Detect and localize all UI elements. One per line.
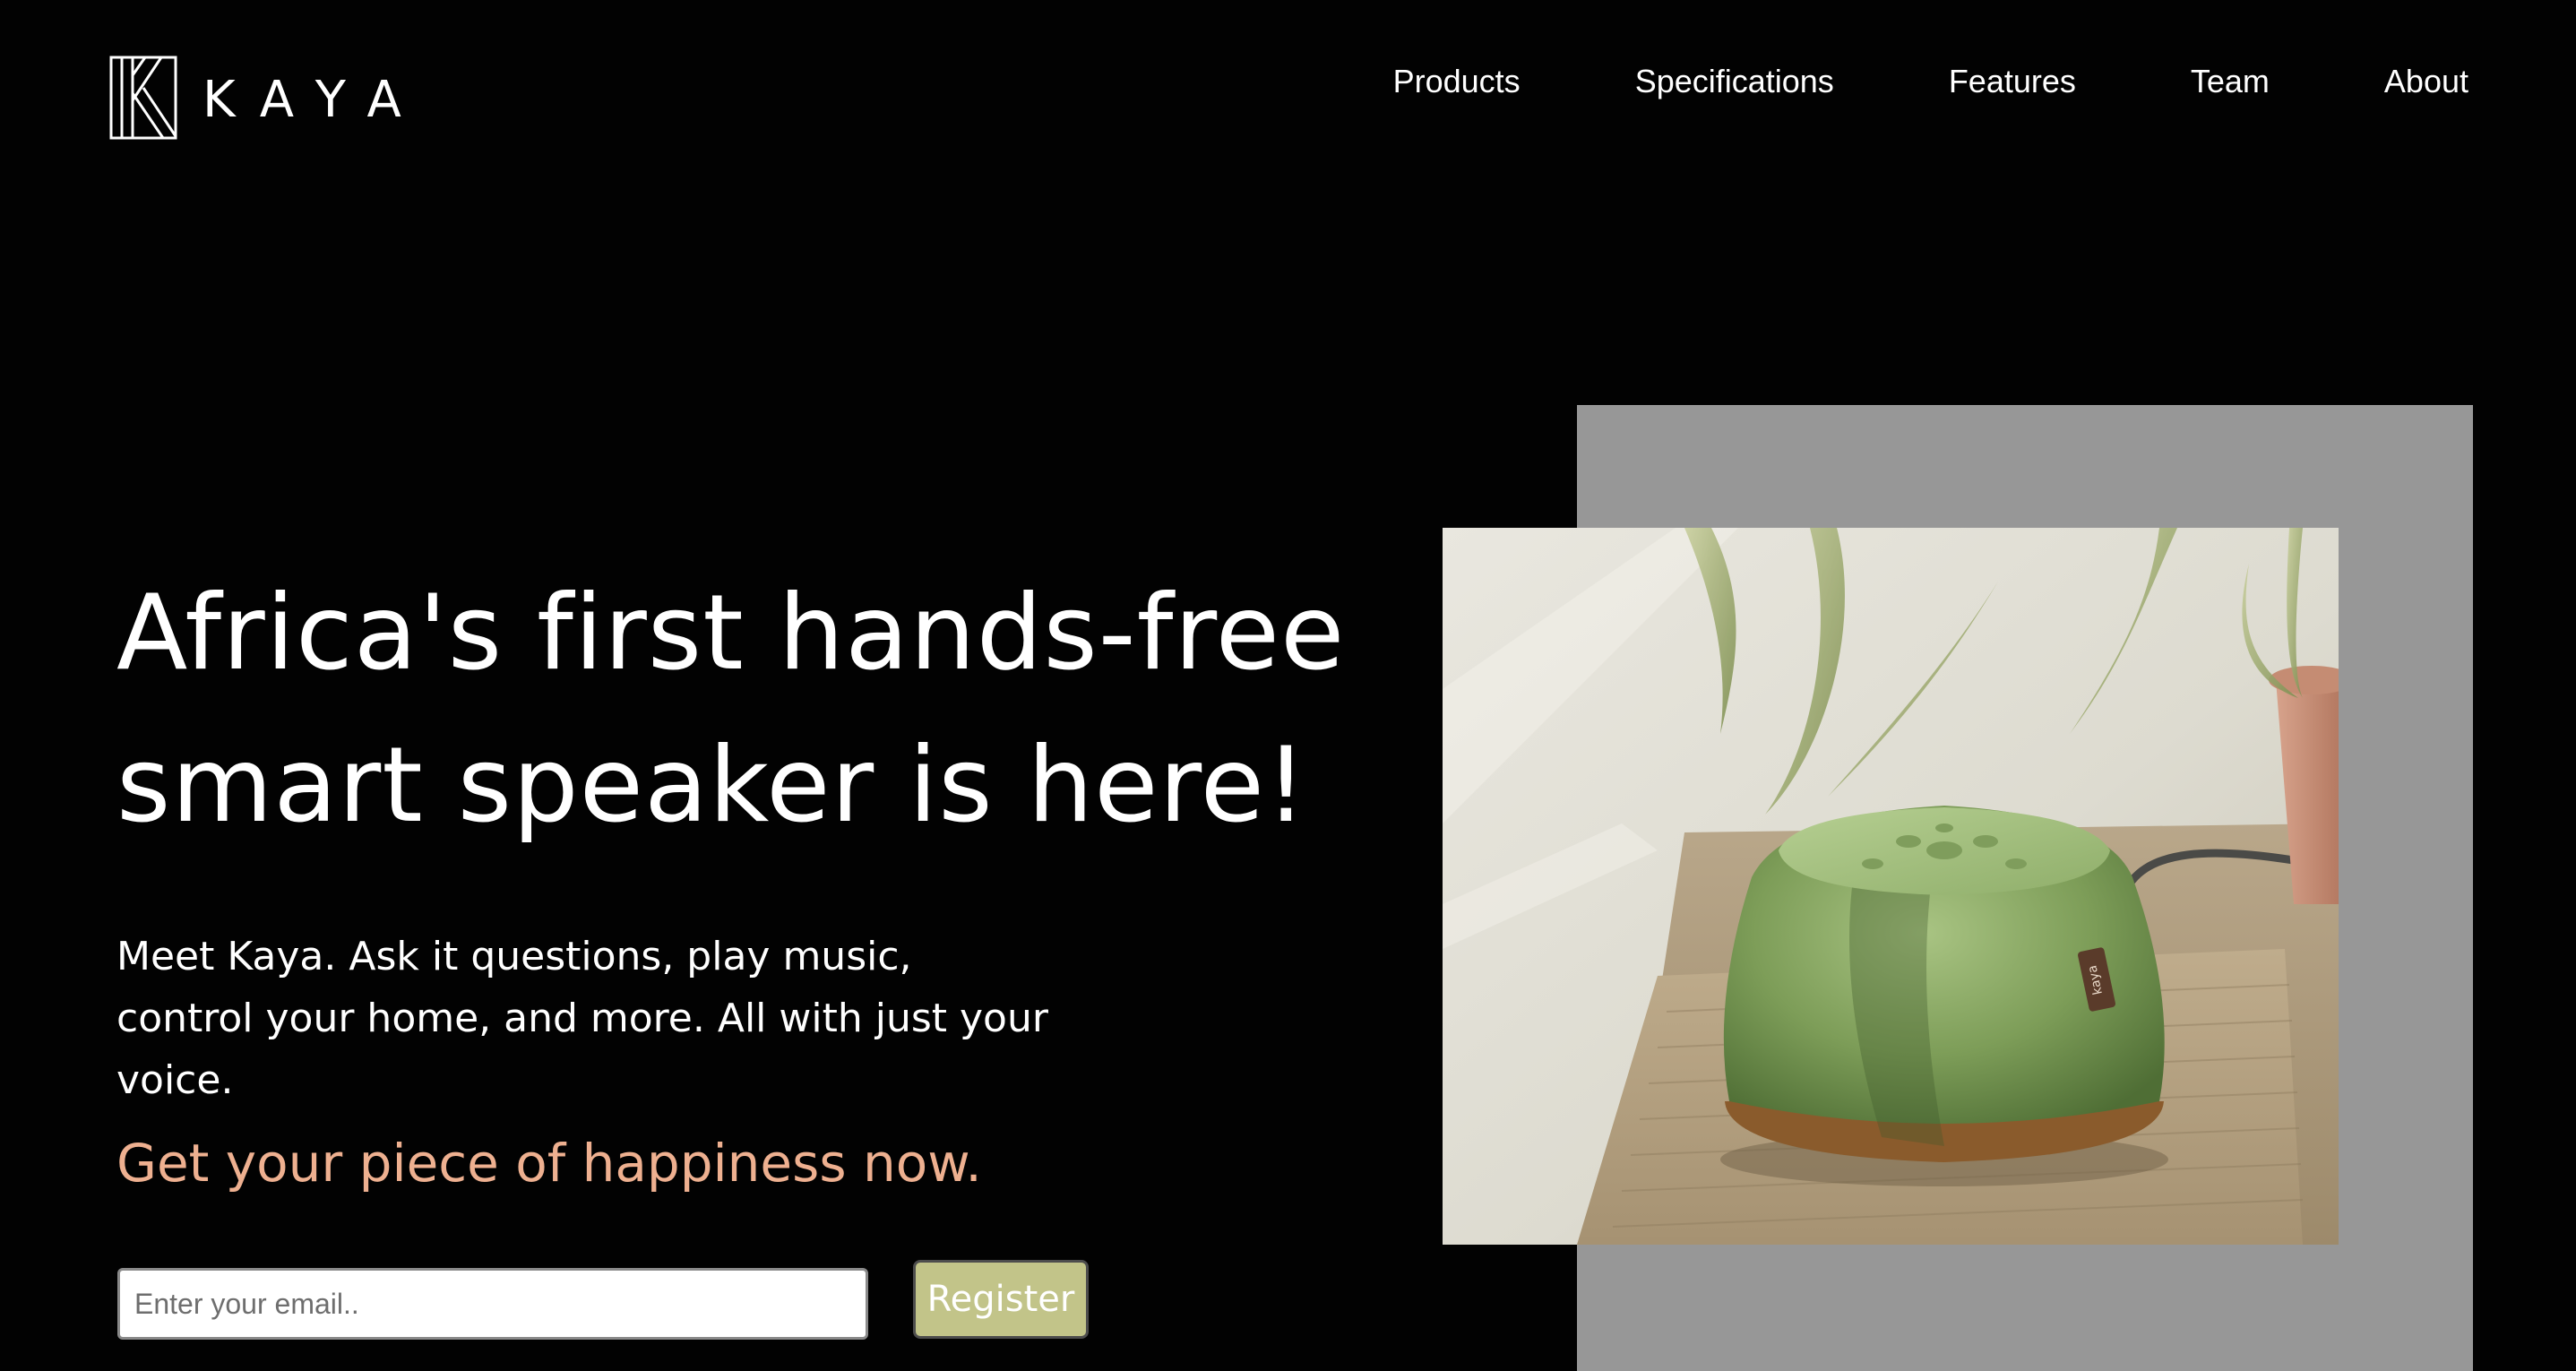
nav-item-specifications[interactable]: Specifications xyxy=(1635,59,1834,104)
nav-item-products[interactable]: Products xyxy=(1393,59,1521,104)
brand-name: KAYA xyxy=(202,71,426,129)
kaya-speaker-product-photo: kaya xyxy=(1443,528,2339,1245)
nav-item-features[interactable]: Features xyxy=(1949,59,2076,104)
nav-item-team[interactable]: Team xyxy=(2191,59,2270,104)
hero-subtitle: Meet Kaya. Ask it questions, play music,… xyxy=(116,934,1048,1103)
main-nav: Products Specifications Features Team Ab… xyxy=(1393,59,2468,104)
nav-item-about[interactable]: About xyxy=(2384,59,2468,104)
speaker-illustration: kaya xyxy=(1443,528,2339,1245)
register-button[interactable]: Register xyxy=(913,1260,1089,1339)
hero-title: Africa's first hands-free smart speaker … xyxy=(116,573,1346,846)
kaya-k-monogram-icon xyxy=(109,56,177,140)
email-input[interactable] xyxy=(117,1268,868,1340)
logo-link[interactable]: KAYA xyxy=(109,56,426,140)
hero-cta-text: Get your piece of happiness now. xyxy=(116,1133,982,1194)
